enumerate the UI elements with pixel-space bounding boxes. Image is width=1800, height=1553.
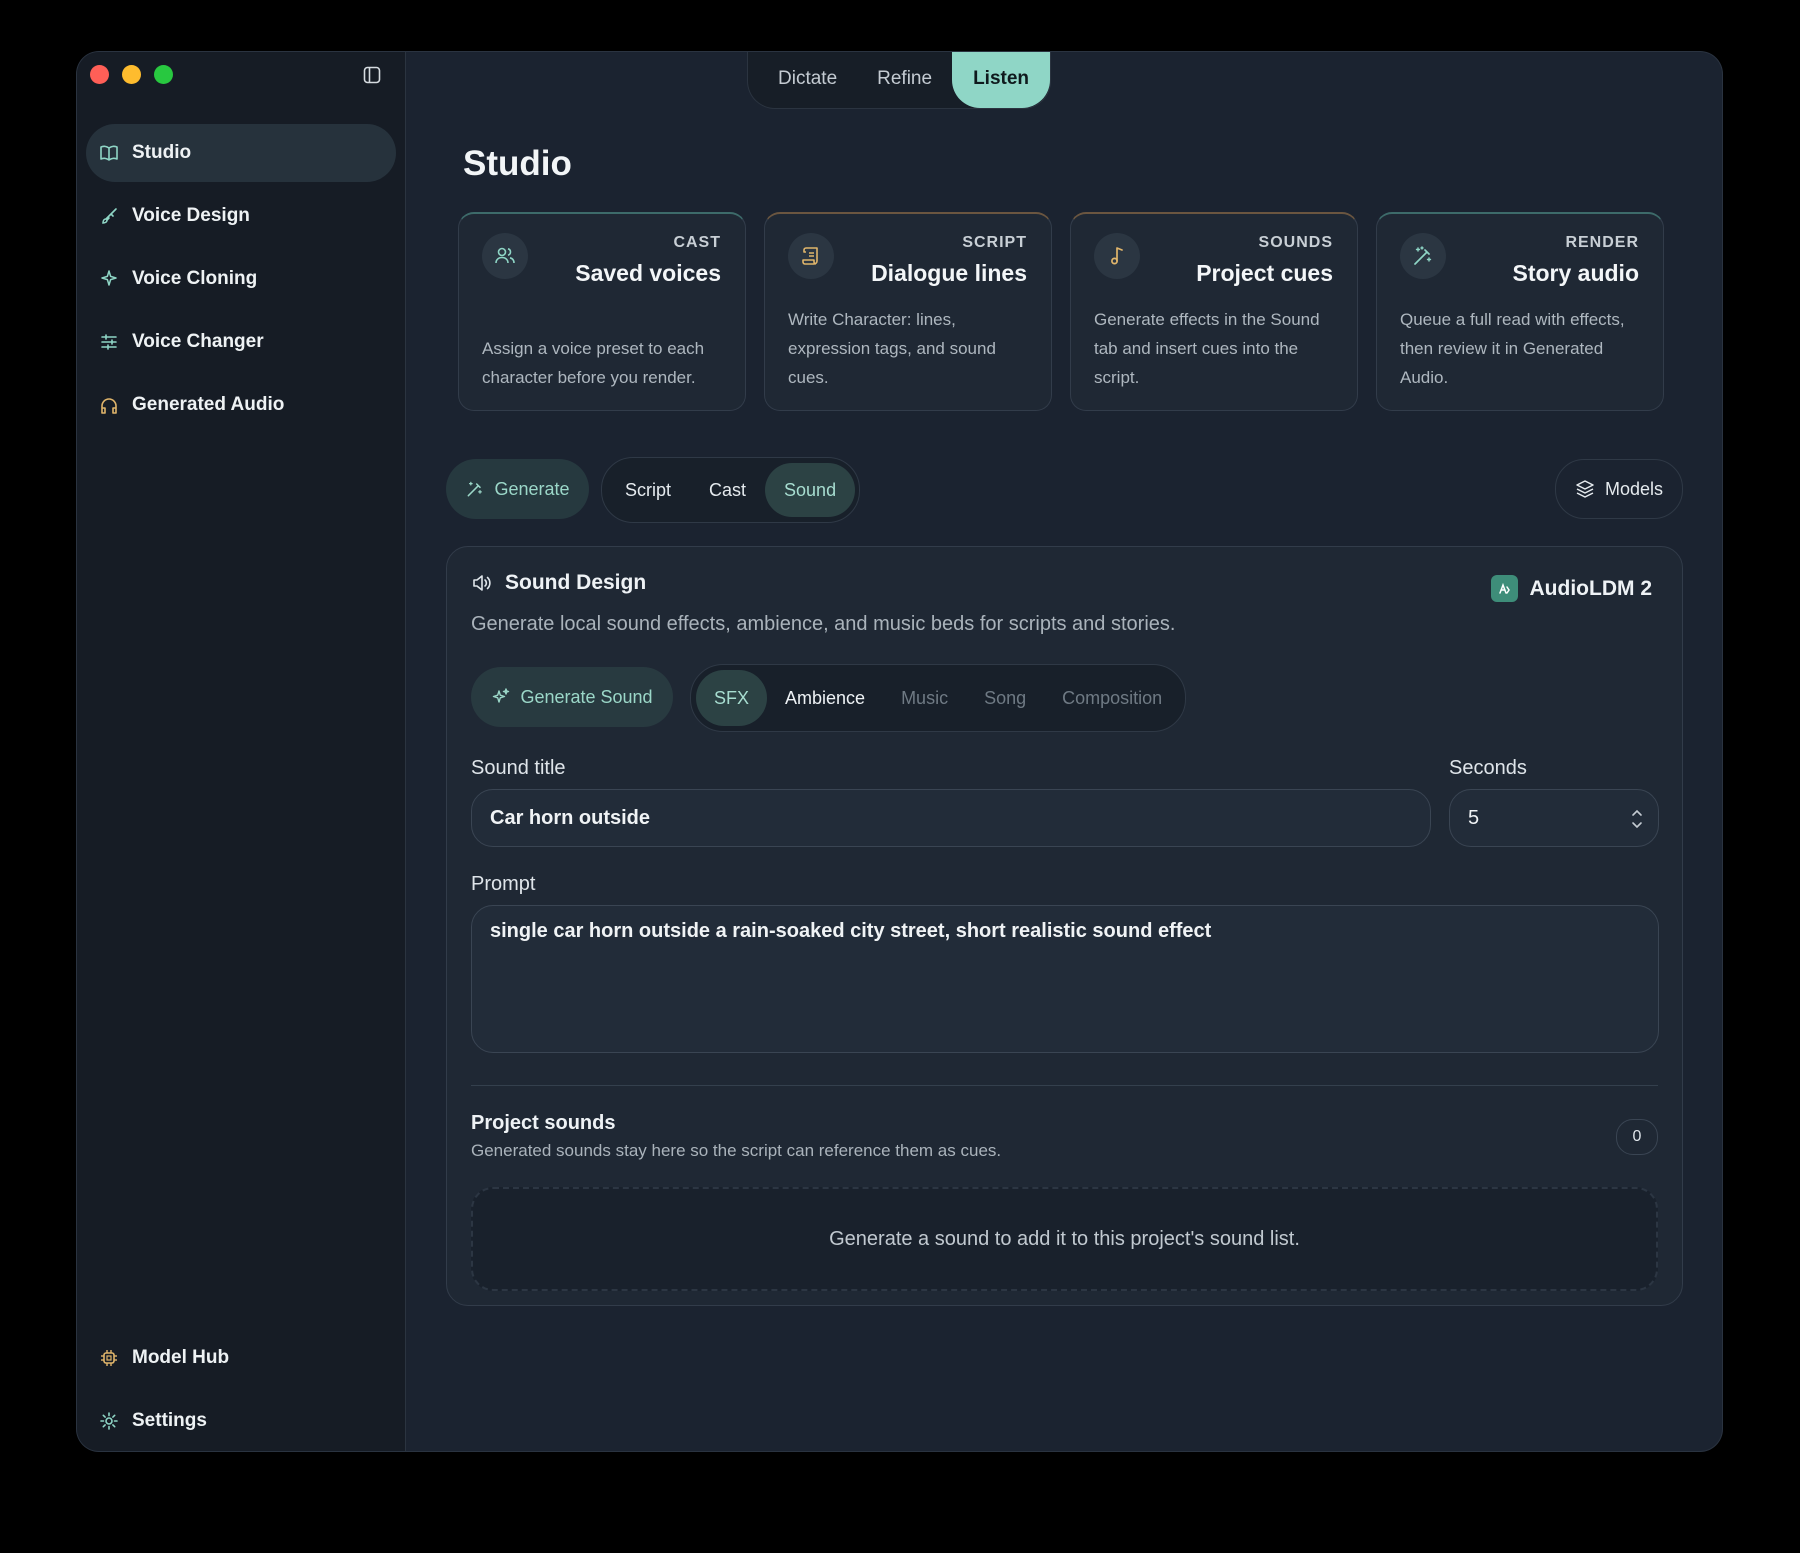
card-description: Write Character: lines, expression tags,… <box>788 310 996 387</box>
tab-cast[interactable]: Cast <box>690 463 765 517</box>
seconds-label: Seconds <box>1449 757 1527 779</box>
sidebar-item-label: Settings <box>132 1410 207 1431</box>
stepper-chevrons-icon[interactable] <box>1630 806 1644 832</box>
page-title: Studio <box>463 144 572 183</box>
card-description: Queue a full read with effects, then rev… <box>1400 310 1625 387</box>
project-sounds-title: Project sounds <box>471 1112 616 1134</box>
card-script[interactable]: SCRIPT Dialogue lines Write Character: l… <box>764 212 1052 411</box>
models-button[interactable]: Models <box>1555 459 1683 519</box>
maximize-window-button[interactable] <box>154 65 173 84</box>
sidebar-item-label: Generated Audio <box>132 394 285 415</box>
sound-type-toolbar: Generate Sound SFX Ambience Music Song C… <box>471 664 1271 732</box>
seconds-value: 5 <box>1468 806 1480 829</box>
chip-icon <box>98 1347 120 1369</box>
tab-dictate[interactable]: Dictate <box>758 52 857 108</box>
window-controls <box>90 65 173 84</box>
panel-title: Sound Design <box>505 571 647 594</box>
users-icon <box>482 233 528 279</box>
sidebar-item-voice-design[interactable]: Voice Design <box>86 187 396 245</box>
prompt-textarea[interactable]: single car horn outside a rain-soaked ci… <box>471 905 1659 1053</box>
panel-header: Sound Design <box>471 571 646 595</box>
close-window-button[interactable] <box>90 65 109 84</box>
sidebar-item-label: Voice Design <box>132 205 250 226</box>
sound-type-tabs: SFX Ambience Music Song Composition <box>690 664 1187 732</box>
card-kicker: SCRIPT <box>962 234 1027 251</box>
divider <box>471 1085 1658 1086</box>
card-title: Dialogue lines <box>871 260 1027 286</box>
headphones-icon <box>98 394 120 416</box>
sound-design-panel: Sound Design Generate local sound effect… <box>446 546 1683 1306</box>
sidebar-nav: Studio Voice Design Voice Cloning Voice … <box>86 124 396 439</box>
sidebar-item-model-hub[interactable]: Model Hub <box>86 1329 396 1387</box>
card-sounds[interactable]: SOUNDS Project cues Generate effects in … <box>1070 212 1358 411</box>
tab-script[interactable]: Script <box>606 463 690 517</box>
seconds-input[interactable]: 5 <box>1449 789 1659 847</box>
sidebar-toggle-icon[interactable] <box>363 66 381 84</box>
card-render[interactable]: RENDER Story audio Queue a full read wit… <box>1376 212 1664 411</box>
generate-sound-button[interactable]: Generate Sound <box>471 667 673 727</box>
studio-tabs: Script Cast Sound <box>601 457 861 523</box>
sidebar-item-studio[interactable]: Studio <box>86 124 396 182</box>
model-badge[interactable]: AudioLDM 2 <box>1490 575 1652 602</box>
sidebar-item-label: Model Hub <box>132 1347 230 1368</box>
model-logo-icon <box>1490 575 1518 602</box>
card-description: Generate effects in the Sound tab and in… <box>1094 310 1320 387</box>
project-sounds-count-badge: 0 <box>1616 1119 1658 1155</box>
card-cast[interactable]: CAST Saved voices Assign a voice preset … <box>458 212 746 411</box>
magic-wand-icon <box>1400 233 1446 279</box>
sound-type-sfx[interactable]: SFX <box>696 670 768 726</box>
generate-label: Generate <box>494 478 570 499</box>
sidebar-item-label: Studio <box>132 142 192 163</box>
sparkle-icon <box>98 268 120 290</box>
sidebar: Studio Voice Design Voice Cloning Voice … <box>77 52 406 1451</box>
card-description: Assign a voice preset to each character … <box>482 339 705 387</box>
minimize-window-button[interactable] <box>122 65 141 84</box>
book-icon <box>98 142 120 164</box>
studio-cards: CAST Saved voices Assign a voice preset … <box>458 212 1664 411</box>
speaker-icon <box>473 575 491 591</box>
models-label: Models <box>1604 478 1664 499</box>
tab-listen[interactable]: Listen <box>952 52 1051 108</box>
card-title: Story audio <box>1512 260 1639 286</box>
tab-refine[interactable]: Refine <box>857 52 952 108</box>
layers-icon <box>1576 480 1594 498</box>
magic-wand-icon <box>468 481 483 497</box>
sidebar-item-label: Voice Cloning <box>132 268 258 289</box>
sidebar-item-voice-cloning[interactable]: Voice Cloning <box>86 250 396 308</box>
sparkles-icon <box>493 688 510 703</box>
sidebar-item-generated-audio[interactable]: Generated Audio <box>86 376 396 434</box>
sidebar-item-voice-changer[interactable]: Voice Changer <box>86 313 396 371</box>
sound-title-label: Sound title <box>471 757 566 779</box>
sound-type-composition[interactable]: Composition <box>1044 670 1180 726</box>
project-sounds-empty-state: Generate a sound to add it to this proje… <box>471 1187 1658 1291</box>
model-name: AudioLDM 2 <box>1529 576 1652 600</box>
music-note-icon <box>1094 233 1140 279</box>
sound-type-music[interactable]: Music <box>883 670 966 726</box>
prompt-label: Prompt <box>471 873 536 895</box>
sidebar-bottom-nav: Model Hub Settings <box>86 1329 396 1451</box>
scroll-icon <box>788 233 834 279</box>
generate-toolbar: Generate Script Cast Sound Models <box>446 457 1683 523</box>
sound-type-song[interactable]: Song <box>966 670 1044 726</box>
card-title: Saved voices <box>575 260 721 286</box>
card-kicker: SOUNDS <box>1258 234 1333 251</box>
mode-switcher: Dictate Refine Listen <box>747 52 1052 109</box>
panel-subtitle: Generate local sound effects, ambience, … <box>471 613 1176 635</box>
sliders-icon <box>98 331 120 353</box>
project-sounds-subtitle: Generated sounds stay here so the script… <box>471 1141 1002 1160</box>
gear-icon <box>98 1410 120 1432</box>
tab-sound[interactable]: Sound <box>765 463 856 517</box>
card-kicker: RENDER <box>1565 234 1639 251</box>
sidebar-item-label: Voice Changer <box>132 331 264 352</box>
sound-type-ambience[interactable]: Ambience <box>767 670 883 726</box>
generate-sound-label: Generate Sound <box>520 686 653 707</box>
generate-button[interactable]: Generate <box>446 459 589 519</box>
app-window: Studio Voice Design Voice Cloning Voice … <box>77 52 1722 1451</box>
sidebar-item-settings[interactable]: Settings <box>86 1392 396 1450</box>
card-title: Project cues <box>1196 260 1333 286</box>
paintbrush-icon <box>98 205 120 227</box>
card-kicker: CAST <box>673 234 721 251</box>
sound-title-input[interactable]: Car horn outside <box>471 789 1431 847</box>
